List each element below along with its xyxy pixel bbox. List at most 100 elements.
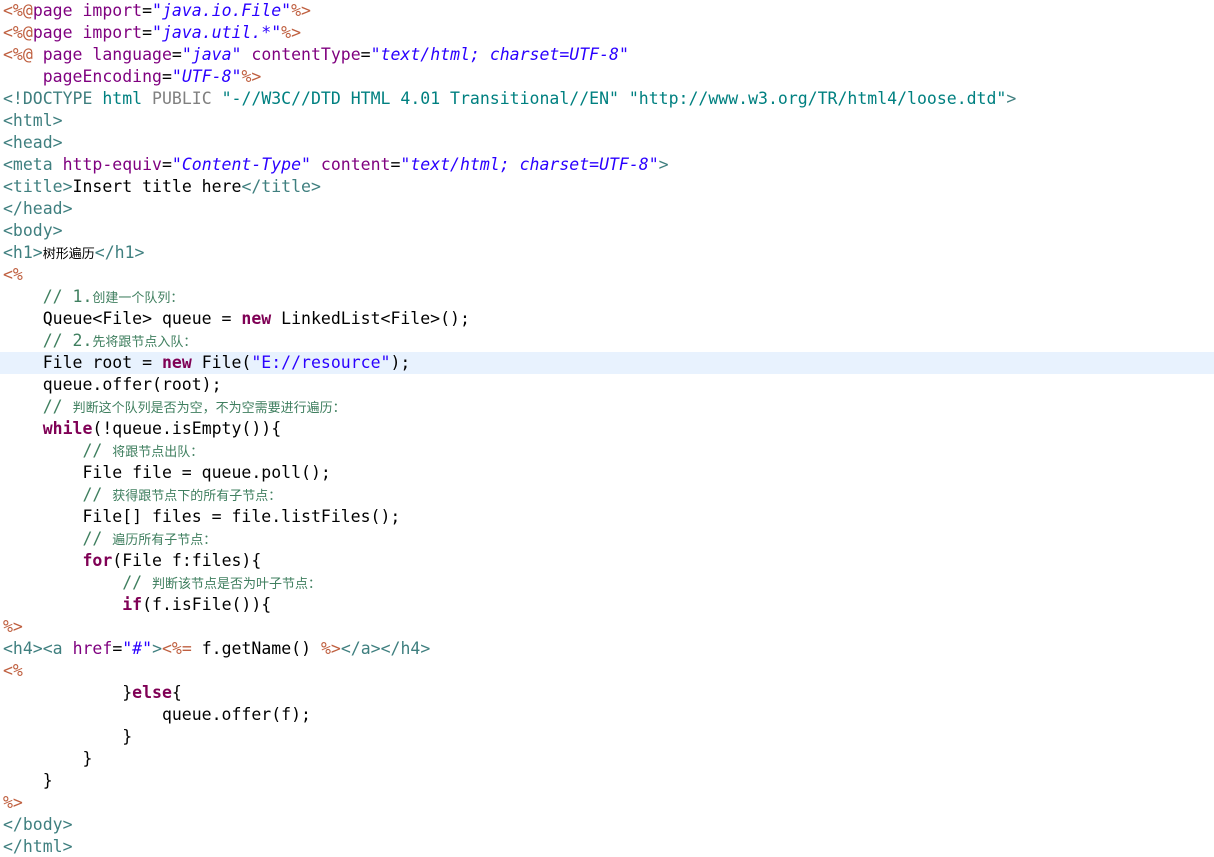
code-text-token: =: [161, 155, 172, 174]
code-line[interactable]: File[] files = file.listFiles();: [0, 506, 1214, 528]
code-line[interactable]: <html>: [0, 110, 1214, 132]
keyword-token: for: [82, 551, 113, 570]
code-line[interactable]: // 1.创建一个队列：: [0, 286, 1214, 308]
code-line[interactable]: <%: [0, 660, 1214, 682]
code-line[interactable]: <%@ page language="java" contentType="te…: [0, 44, 1214, 66]
html-tag-token: </html>: [3, 837, 73, 856]
code-line[interactable]: File file = queue.poll();: [0, 462, 1214, 484]
comment-token: 遍历所有子节点：: [112, 533, 217, 548]
jsp-delimiter-token: %>: [3, 793, 23, 812]
code-line[interactable]: <head>: [0, 132, 1214, 154]
html-tag-token: </head>: [3, 199, 73, 218]
code-text-token: Insert title here: [72, 177, 242, 196]
code-line[interactable]: // 2.先将跟节点入队：: [0, 330, 1214, 352]
code-line[interactable]: }else{: [0, 682, 1214, 704]
code-line[interactable]: if(f.isFile()){: [0, 594, 1214, 616]
string-token: "java": [181, 45, 242, 64]
attribute-token: page: [42, 45, 93, 64]
code-text-token: File root =: [3, 353, 162, 372]
code-line[interactable]: pageEncoding="UTF-8"%>: [0, 66, 1214, 88]
code-line[interactable]: // 判断这个队列是否为空，不为空需要进行遍历：: [0, 396, 1214, 418]
code-line[interactable]: // 遍历所有子节点：: [0, 528, 1214, 550]
code-text-token: File file = queue.poll();: [3, 463, 331, 482]
html-tag-token: <title>: [3, 177, 73, 196]
code-text-token: =: [360, 45, 371, 64]
code-line[interactable]: <%: [0, 264, 1214, 286]
code-line[interactable]: Queue<File> queue = new LinkedList<File>…: [0, 308, 1214, 330]
code-line[interactable]: </body>: [0, 814, 1214, 836]
code-line[interactable]: }: [0, 726, 1214, 748]
code-text-token: =: [171, 45, 182, 64]
code-line[interactable]: }: [0, 748, 1214, 770]
code-line[interactable]: %>: [0, 792, 1214, 814]
comment-token: //: [82, 441, 113, 460]
code-text-token: Queue<File> queue =: [3, 309, 242, 328]
keyword-token: if: [122, 595, 143, 614]
code-editor[interactable]: <%@page import="java.io.File"%> <%@page i…: [0, 0, 1214, 857]
string-token: "java.util.*": [152, 23, 282, 42]
code-line[interactable]: queue.offer(f);: [0, 704, 1214, 726]
attribute-token: pageEncoding: [42, 67, 162, 86]
attribute-token: http-equiv: [62, 155, 162, 174]
code-line[interactable]: while(!queue.isEmpty()){: [0, 418, 1214, 440]
code-line[interactable]: <h1>树形遍历</h1>: [0, 242, 1214, 264]
code-text-token: =: [390, 155, 401, 174]
html-tag-token: </h4>: [380, 639, 431, 658]
code-line[interactable]: <%@page import="java.io.File"%>: [0, 0, 1214, 22]
attribute-token: import: [82, 23, 143, 42]
code-line[interactable]: // 获得跟节点下的所有子节点：: [0, 484, 1214, 506]
code-line[interactable]: %>: [0, 616, 1214, 638]
doctype-token: html: [102, 89, 143, 108]
jsp-delimiter-token: <%@: [3, 1, 33, 20]
jsp-delimiter-token: %>: [291, 1, 311, 20]
comment-token: // 1.: [42, 287, 93, 306]
html-tag-token: <head>: [3, 133, 63, 152]
doctype-token: PUBLIC: [152, 89, 212, 108]
html-tag-token: <meta: [3, 155, 63, 174]
keyword-token: new: [241, 309, 272, 328]
html-tag-token: >: [1006, 89, 1017, 108]
doctype-token: "-//W3C//DTD HTML 4.01 Transitional//EN": [221, 89, 619, 108]
code-text-token: }: [3, 683, 133, 702]
comment-token: //: [82, 485, 113, 504]
code-text-token: (File f:files){: [112, 551, 262, 570]
code-line[interactable]: <h4><a href="#"><%= f.getName() %></a></…: [0, 638, 1214, 660]
code-line[interactable]: <%@page import="java.util.*"%>: [0, 22, 1214, 44]
code-line[interactable]: // 将跟节点出队：: [0, 440, 1214, 462]
code-text-token: =: [112, 639, 123, 658]
jsp-delimiter-token: %>: [241, 67, 262, 86]
code-text-token: queue.offer(root);: [3, 375, 222, 394]
code-line[interactable]: </html>: [0, 836, 1214, 857]
comment-token: 判断这个队列是否为空，不为空需要进行遍历：: [72, 401, 346, 416]
code-line[interactable]: queue.offer(root);: [0, 374, 1214, 396]
code-text-token: =: [142, 1, 153, 20]
html-tag-token: </a>: [340, 639, 381, 658]
code-text-token: {: [171, 683, 182, 702]
code-line[interactable]: // 判断该节点是否为叶子节点：: [0, 572, 1214, 594]
code-text-token: }: [3, 749, 93, 768]
keyword-token: while: [42, 419, 93, 438]
code-line[interactable]: <meta http-equiv="Content-Type" content=…: [0, 154, 1214, 176]
jsp-delimiter-token: <%: [3, 661, 23, 680]
code-line[interactable]: <body>: [0, 220, 1214, 242]
code-line[interactable]: }: [0, 770, 1214, 792]
code-line[interactable]: </head>: [0, 198, 1214, 220]
jsp-delimiter-token: %>: [281, 23, 302, 42]
code-line-current[interactable]: File root = new File("E://resource");: [0, 352, 1214, 374]
code-line[interactable]: <!DOCTYPE html PUBLIC "-//W3C//DTD HTML …: [0, 88, 1214, 110]
code-line[interactable]: for(File f:files){: [0, 550, 1214, 572]
code-text-token: =: [161, 67, 172, 86]
html-tag-token: </body>: [3, 815, 73, 834]
code-text-token: }: [3, 727, 133, 746]
code-line[interactable]: <title>Insert title here</title>: [0, 176, 1214, 198]
code-text-token: File(: [191, 353, 252, 372]
comment-token: //: [122, 573, 153, 592]
